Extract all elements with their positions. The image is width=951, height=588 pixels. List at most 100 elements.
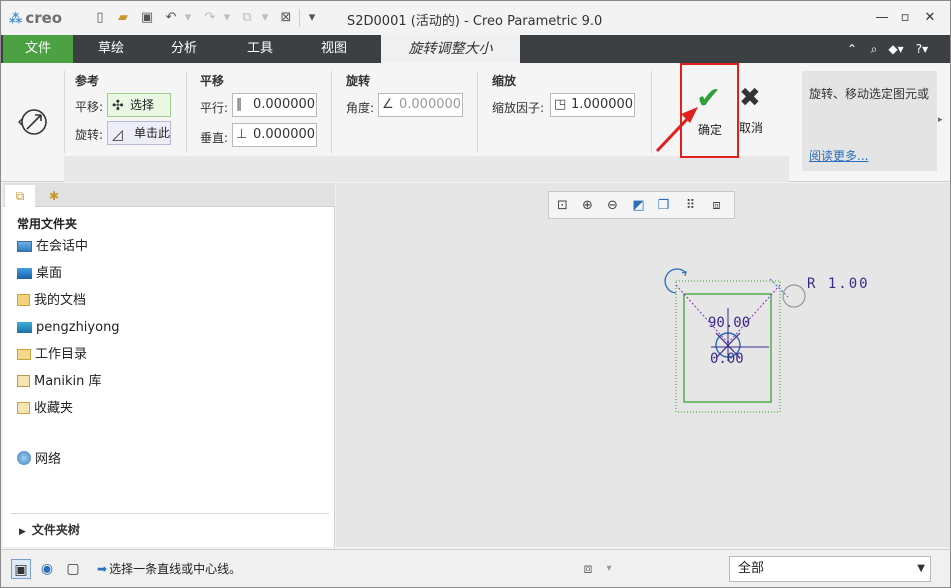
prompt-arrow-icon: ➡ <box>97 562 108 576</box>
undo-dropdown-icon[interactable]: ▾ <box>179 9 197 27</box>
scale-handle[interactable] <box>782 284 806 308</box>
tab-sketch[interactable]: 草绘 <box>91 35 131 63</box>
sketch-canvas[interactable]: 90.00 0.00 R 1.00 <box>336 183 950 547</box>
translate-group-title: 平移 <box>200 74 225 88</box>
translate-ref-select-button[interactable]: ✣ 选择 <box>107 93 171 117</box>
group-separator <box>477 71 478 153</box>
move-icon: ✣ <box>112 98 124 114</box>
folder-item-manikin-library[interactable]: Manikin 库 <box>17 372 102 392</box>
monitor-icon <box>17 241 32 252</box>
tab-view[interactable]: 视图 <box>314 35 354 63</box>
open-folder-icon[interactable]: ▰ <box>114 9 132 27</box>
translate-ref-label: 平移: <box>75 100 104 114</box>
regenerate-icon[interactable]: ⧉ <box>238 9 256 27</box>
undo-icon[interactable]: ↶ <box>162 9 180 27</box>
show-navigator-icon[interactable]: ▣ <box>11 559 31 579</box>
ribbon-panel: 参考 平移: ✣ 选择 旋转: ◿ 单击此 平移 平行: ∥ 0.000000 垂直:… <box>1 63 950 182</box>
title-bar: ⁂ creo ▯ ▰ ▣ ↶ ▾ ↷ ▾ ⧉ ▾ ⊠ ▾ S2D0001 (活动的… <box>1 1 950 35</box>
angle-label: 角度: <box>346 101 375 115</box>
folder-item-documents[interactable]: 我的文档 <box>17 291 86 311</box>
rotate-group-title: 旋转 <box>346 74 371 88</box>
horizontal-label: 平行: <box>200 101 229 115</box>
regenerate-dropdown-icon[interactable]: ▾ <box>256 9 274 27</box>
scale-factor-label: 缩放因子: <box>492 101 545 115</box>
scale-icon: ◳ <box>554 97 567 112</box>
search-icon[interactable]: ⌕ <box>865 40 883 58</box>
tab-tools[interactable]: 工具 <box>240 35 280 63</box>
favorites-tab-icon[interactable]: ✱ <box>39 185 69 207</box>
cancel-button[interactable]: 取消 <box>739 119 763 136</box>
folder-item-favorites[interactable]: 收藏夹 <box>17 399 73 419</box>
cancel-icon[interactable]: ✖ <box>739 83 761 113</box>
tab-rotate-resize[interactable]: 旋转调整大小 <box>381 35 520 63</box>
vertical-offset-field[interactable]: ⊥ 0.000000 <box>232 123 317 147</box>
tab-file[interactable]: 文件 <box>3 35 73 63</box>
message-area: ➡ 选择一条直线或中心线。 <box>97 562 242 576</box>
folder-item-network[interactable]: 网络 <box>17 450 61 470</box>
favorites-icon <box>17 402 30 414</box>
help-icon[interactable]: ?▾ <box>913 40 931 58</box>
angle-icon: ∠ <box>382 97 394 112</box>
group-separator <box>331 71 332 153</box>
redo-dropdown-icon[interactable]: ▾ <box>218 9 236 27</box>
folder-tree-toggle[interactable]: ▶ 文件夹树 <box>19 521 80 538</box>
group-separator <box>651 71 652 153</box>
parallel-icon: ∥ <box>236 97 243 112</box>
creo-logo: ⁂ creo <box>9 9 63 27</box>
graphics-window[interactable]: ⊡ ⊕ ⊖ ◩ ❒ ⠿ ⧈ 90.00 0.00 R 1.00 <box>336 183 950 547</box>
scroll-right-icon[interactable]: ▸ <box>938 115 943 125</box>
rotate-ref-label: 旋转: <box>75 128 104 142</box>
desktop-icon <box>17 268 32 279</box>
radius-dimension[interactable]: R 1.00 <box>807 276 870 292</box>
close-icon[interactable]: ✕ <box>919 9 941 27</box>
collapse-ribbon-icon[interactable]: ⌃ <box>843 40 861 58</box>
read-more-link[interactable]: 阅读更多... <box>809 147 868 164</box>
rotate-ref-select-button[interactable]: ◿ 单击此 <box>107 121 171 145</box>
chevron-down-icon: ▼ <box>917 563 925 574</box>
help-panel: 旋转、移动选定图元或 阅读更多... <box>802 71 937 171</box>
network-icon <box>17 451 31 465</box>
folder-item-desktop[interactable]: 桌面 <box>17 264 62 284</box>
panel-divider <box>11 513 329 514</box>
folder-browser-tab-icon[interactable]: ⧉ <box>5 185 35 207</box>
navigator-tabs: ⧉ ✱ <box>3 183 335 207</box>
window-title: S2D0001 (活动的) - Creo Parametric 9.0 <box>347 14 603 29</box>
angle-field[interactable]: ∠ 0.000000 <box>378 93 463 117</box>
tab-analysis[interactable]: 分析 <box>164 35 204 63</box>
folder-item-in-session[interactable]: 在会话中 <box>17 237 88 257</box>
offset-dimension[interactable]: 0.00 <box>710 351 744 367</box>
help-text: 旋转、移动选定图元或 <box>809 87 930 101</box>
horizontal-offset-field[interactable]: ∥ 0.000000 <box>232 93 317 117</box>
group-separator <box>186 71 187 153</box>
full-screen-icon[interactable]: ▢ <box>63 559 83 579</box>
new-file-icon[interactable]: ▯ <box>91 9 109 27</box>
documents-icon <box>17 294 30 306</box>
creo-window: ⁂ creo ▯ ▰ ▣ ↶ ▾ ↷ ▾ ⧉ ▾ ⊠ ▾ S2D0001 (活动的… <box>0 0 951 588</box>
find-icon[interactable]: ⧈ <box>578 559 598 579</box>
folder-item-computer[interactable]: pengzhiyong <box>17 318 120 338</box>
show-browser-icon[interactable]: ◉ <box>37 559 57 579</box>
common-folders-heading: 常用文件夹 <box>17 217 78 231</box>
status-bar: ▣ ◉ ▢ ➡ 选择一条直线或中心线。 ⧈ ▾ 全部 ▼ <box>1 549 950 587</box>
folder-item-working-directory[interactable]: 工作目录 <box>17 345 87 365</box>
rotate-resize-icon <box>18 109 47 135</box>
redo-icon[interactable]: ↷ <box>201 9 219 27</box>
find-dropdown-icon[interactable]: ▾ <box>599 559 619 579</box>
maximize-icon[interactable]: ▫ <box>894 9 916 27</box>
ok-label: 确定 <box>698 123 723 137</box>
ok-button[interactable]: ✔ 确定 <box>680 63 739 158</box>
save-icon[interactable]: ▣ <box>138 9 156 27</box>
close-window-icon[interactable]: ⊠ <box>277 9 295 27</box>
group-separator <box>64 71 65 153</box>
angle-dimension[interactable]: 90.00 <box>708 315 750 331</box>
ribbon-lower-strip <box>64 156 789 182</box>
customize-toolbar-icon[interactable]: ▾ <box>303 9 321 27</box>
selection-filter-select[interactable]: 全部 ▼ <box>729 556 931 582</box>
scale-factor-field[interactable]: ◳ 1.000000 <box>550 93 635 117</box>
creo-mark-icon: ⁂ <box>9 12 23 27</box>
vertical-label: 垂直: <box>200 131 229 145</box>
learning-icon[interactable]: ◆▾ <box>887 40 905 58</box>
minimize-icon[interactable]: — <box>871 9 893 27</box>
folder-browser: 常用文件夹 在会话中 桌面 我的文档 pengzhiyong 工作目录 Mani… <box>3 207 335 547</box>
references-group-title: 参考 <box>75 74 100 88</box>
